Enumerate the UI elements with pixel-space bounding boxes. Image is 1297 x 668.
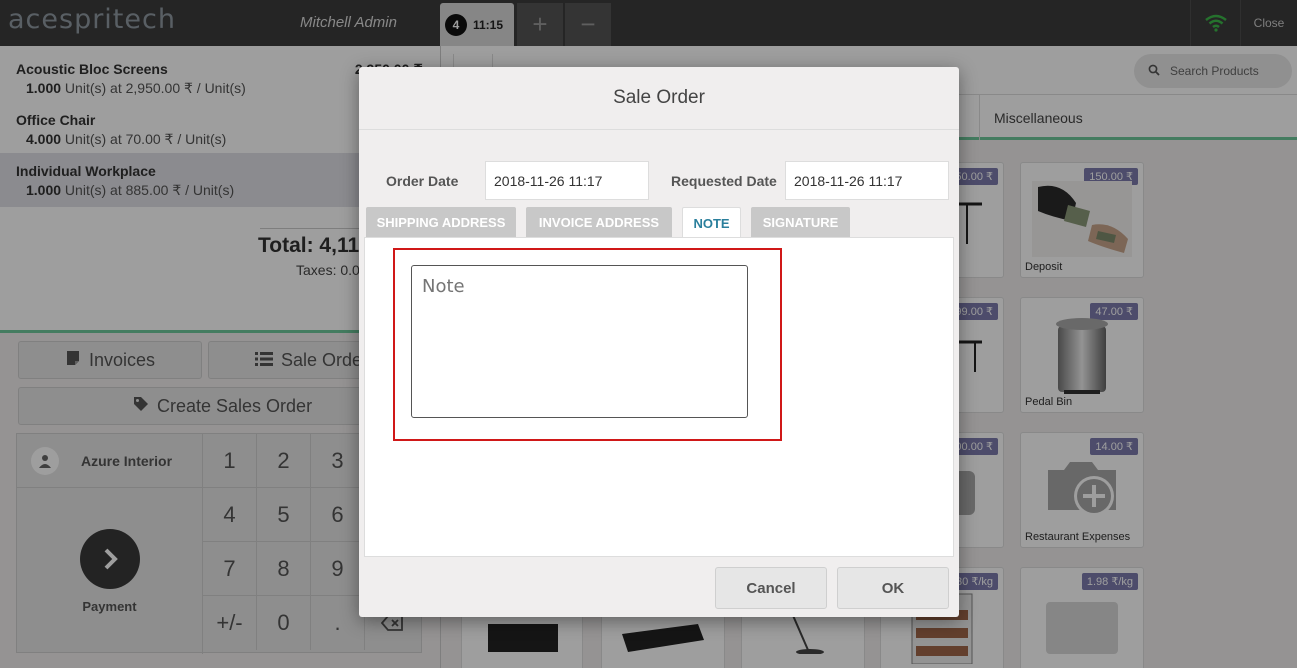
note-highlight-box — [393, 248, 782, 441]
sale-order-dialog: Sale Order Order Date 2018-11-26 11:17 R… — [359, 67, 959, 617]
order-date-field[interactable]: 2018-11-26 11:17 — [485, 161, 649, 200]
tab-shipping-address[interactable]: SHIPPING ADDRESS — [366, 207, 516, 237]
requested-date-label: Requested Date — [671, 173, 777, 189]
tab-note[interactable]: NOTE — [682, 207, 741, 238]
ok-button[interactable]: OK — [837, 567, 949, 609]
cancel-button[interactable]: Cancel — [715, 567, 827, 609]
dialog-title: Sale Order — [359, 67, 959, 130]
order-date-label: Order Date — [386, 173, 459, 189]
pos-app: acespritech Mitchell Admin 4 11:15 + − C… — [0, 0, 1297, 668]
note-textarea[interactable] — [411, 265, 748, 418]
tab-invoice-address[interactable]: INVOICE ADDRESS — [526, 207, 672, 237]
tab-content-note — [364, 237, 954, 557]
tab-signature[interactable]: SIGNATURE — [751, 207, 850, 237]
requested-date-field[interactable]: 2018-11-26 11:17 — [785, 161, 949, 200]
